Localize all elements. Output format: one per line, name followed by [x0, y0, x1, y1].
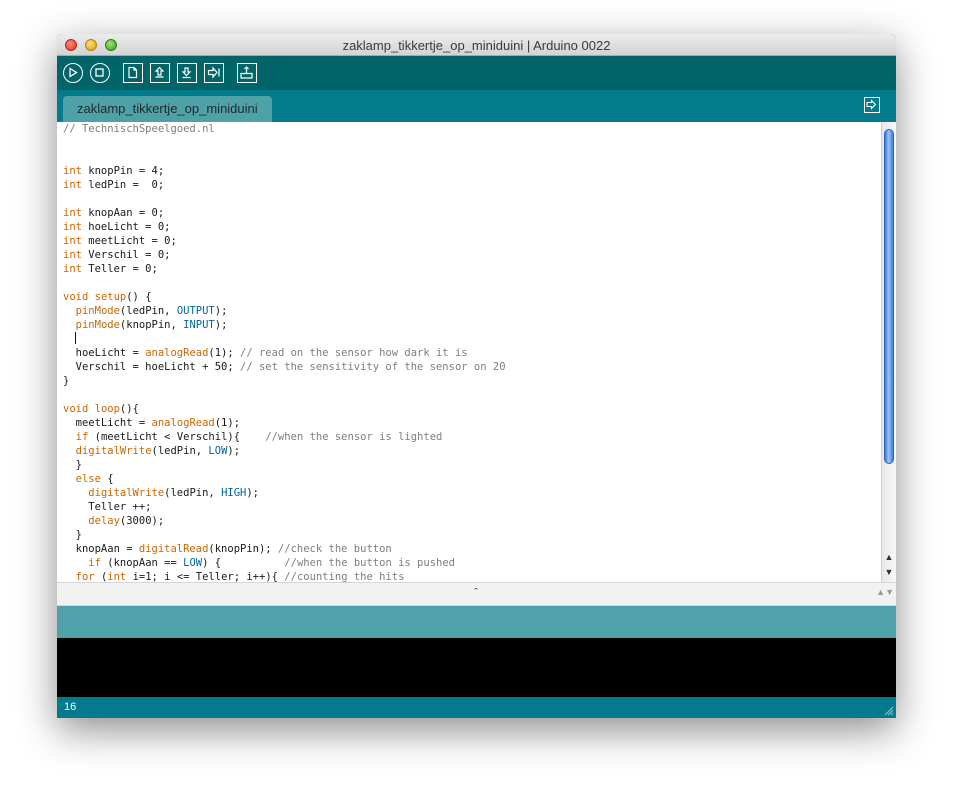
upload-button[interactable] — [204, 63, 224, 83]
tab-sketch[interactable]: zaklamp_tikkertje_op_miniduini — [63, 96, 272, 122]
toolbar — [57, 56, 896, 90]
open-button[interactable] — [150, 63, 170, 83]
serial-monitor-icon — [240, 66, 253, 79]
new-button[interactable] — [123, 63, 143, 83]
split-handle-icon[interactable]: ˆ — [469, 586, 483, 600]
serial-monitor-button[interactable] — [237, 63, 257, 83]
stop-icon — [95, 68, 104, 77]
line-number: 16 — [64, 701, 77, 713]
verify-button[interactable] — [63, 63, 83, 83]
scrollbar-thumb[interactable] — [884, 129, 894, 464]
tab-menu-button[interactable] — [864, 97, 880, 113]
split-grip-icon: ▲▼ — [876, 587, 894, 597]
code-text[interactable]: // TechnischSpeelgoed.nl int knopPin = 4… — [63, 122, 506, 584]
window-title: zaklamp_tikkertje_op_miniduini | Arduino… — [342, 38, 611, 53]
scroll-up-arrow-icon[interactable]: ▲ — [883, 550, 895, 564]
split-divider[interactable]: ˆ ▲▼ — [57, 582, 896, 606]
arduino-window: zaklamp_tikkertje_op_miniduini | Arduino… — [57, 34, 896, 718]
vertical-scrollbar[interactable]: ▲ ▼ — [881, 122, 896, 582]
save-download-icon — [181, 67, 192, 79]
status-bar — [57, 606, 896, 638]
footer-bar: 16 — [57, 697, 896, 718]
play-icon — [69, 67, 78, 78]
tab-bar: zaklamp_tikkertje_op_miniduini — [57, 90, 896, 122]
title-bar[interactable]: zaklamp_tikkertje_op_miniduini | Arduino… — [57, 34, 896, 56]
stop-button[interactable] — [90, 63, 110, 83]
upload-arrow-icon — [207, 66, 220, 79]
text-caret — [75, 332, 76, 344]
scroll-down-arrow-icon[interactable]: ▼ — [883, 565, 895, 579]
tab-menu-arrow-icon — [866, 99, 877, 110]
resize-grip-icon[interactable] — [882, 704, 894, 716]
new-file-icon — [128, 66, 138, 79]
open-upload-icon — [154, 66, 165, 78]
save-button[interactable] — [177, 63, 197, 83]
code-editor[interactable]: // TechnischSpeelgoed.nl int knopPin = 4… — [57, 122, 896, 584]
console-output[interactable] — [57, 638, 896, 697]
